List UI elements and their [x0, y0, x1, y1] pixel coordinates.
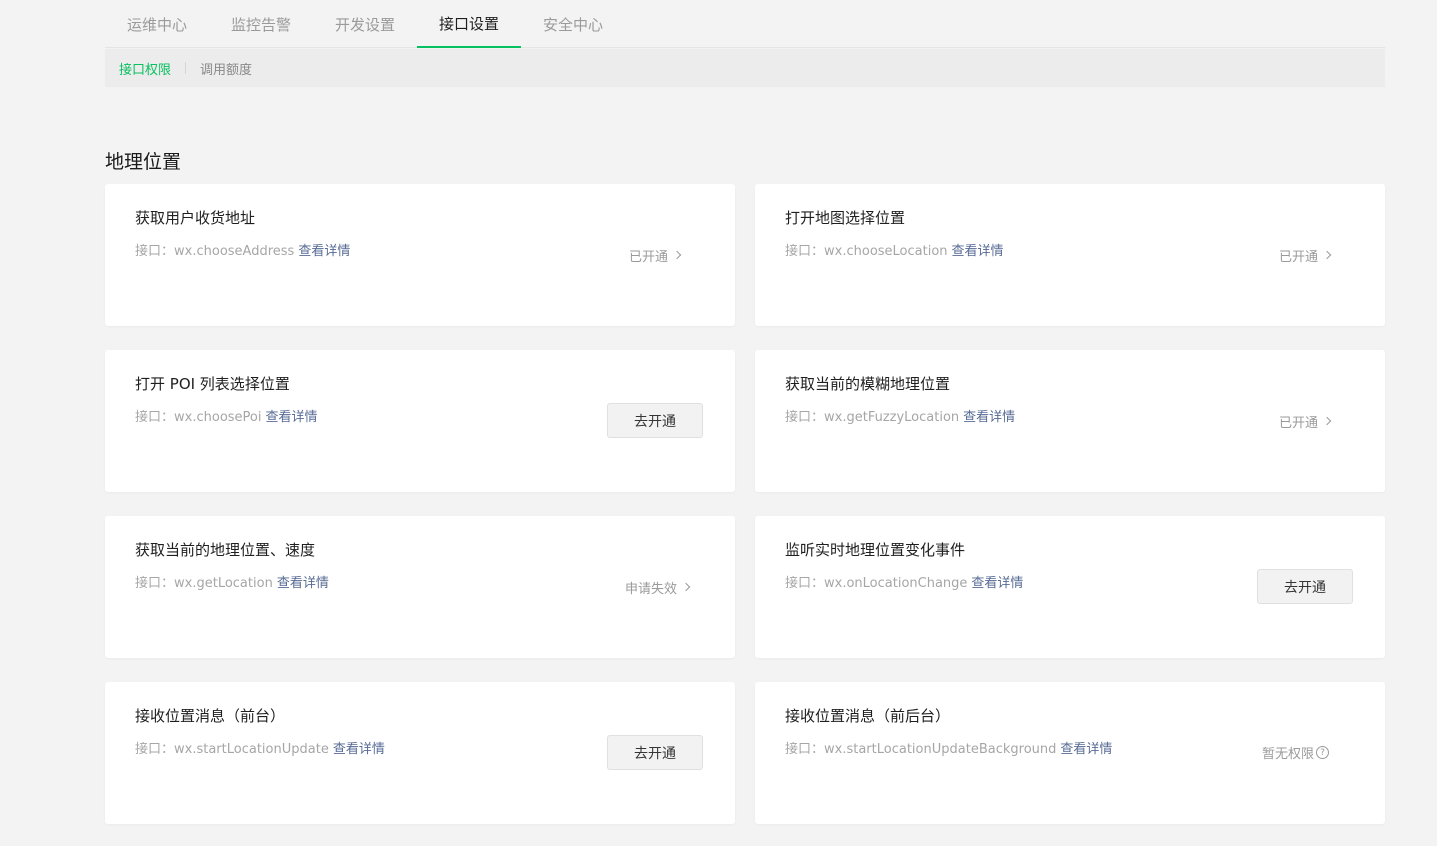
- subtab-api-permissions[interactable]: 接口权限: [119, 59, 171, 78]
- api-card-title: 接收位置消息（前台）: [135, 707, 286, 725]
- status-enabled[interactable]: 已开通: [1278, 246, 1332, 265]
- view-details-link[interactable]: 查看详情: [333, 742, 385, 757]
- status-no-permission[interactable]: 暂无权限?: [1262, 743, 1329, 762]
- api-prefix: 接口：: [135, 576, 175, 591]
- api-card-choose-location: 打开地图选择位置 接口：wx.chooseLocation 查看详情 已开通: [755, 184, 1385, 326]
- api-card-title: 获取当前的模糊地理位置: [785, 375, 951, 393]
- status-enabled[interactable]: 已开通: [628, 246, 682, 265]
- api-prefix: 接口：: [785, 742, 825, 757]
- api-name: wx.startLocationUpdate: [174, 742, 329, 757]
- status-text: 申请失效: [624, 582, 677, 597]
- status-enabled[interactable]: 已开通: [1278, 412, 1332, 431]
- api-card-desc: 接口：wx.chooseAddress 查看详情: [135, 240, 350, 259]
- view-details-link[interactable]: 查看详情: [277, 576, 329, 591]
- status-text: 暂无权限: [1261, 747, 1314, 762]
- api-prefix: 接口：: [135, 742, 175, 757]
- status-text: 已开通: [1278, 416, 1318, 431]
- tab-security-center[interactable]: 安全中心: [521, 0, 625, 48]
- api-prefix: 接口：: [785, 576, 825, 591]
- api-card-desc: 接口：wx.choosePoi 查看详情: [135, 406, 318, 425]
- api-card-title: 获取当前的地理位置、速度: [135, 541, 316, 559]
- help-icon[interactable]: ?: [1316, 746, 1329, 759]
- view-details-link[interactable]: 查看详情: [265, 410, 317, 425]
- api-name: wx.chooseLocation: [824, 244, 948, 259]
- tab-ops-center[interactable]: 运维中心: [105, 0, 209, 48]
- sub-nav: 接口权限 调用额度: [105, 49, 1385, 87]
- tab-monitoring-alerts[interactable]: 监控告警: [209, 0, 313, 48]
- api-card-desc: 接口：wx.getFuzzyLocation 查看详情: [785, 406, 1015, 425]
- api-prefix: 接口：: [135, 244, 175, 259]
- chevron-right-icon: [672, 250, 682, 259]
- activate-button[interactable]: 去开通: [607, 735, 703, 770]
- status-text: 已开通: [628, 250, 668, 265]
- api-name: wx.choosePoi: [174, 410, 262, 425]
- api-name: wx.getFuzzyLocation: [824, 410, 960, 425]
- activate-button[interactable]: 去开通: [607, 403, 703, 438]
- api-card-desc: 接口：wx.startLocationUpdate 查看详情: [135, 738, 385, 757]
- api-card-start-location-update-background: 接收位置消息（前后台） 接口：wx.startLocationUpdateBac…: [755, 682, 1385, 824]
- api-card-desc: 接口：wx.chooseLocation 查看详情: [785, 240, 1004, 259]
- api-card-title: 监听实时地理位置变化事件: [785, 541, 966, 559]
- api-card-desc: 接口：wx.getLocation 查看详情: [135, 572, 329, 591]
- api-prefix: 接口：: [785, 410, 825, 425]
- api-card-title: 接收位置消息（前后台）: [785, 707, 951, 725]
- api-prefix: 接口：: [135, 410, 175, 425]
- section-title: 地理位置: [105, 151, 182, 173]
- api-card-desc: 接口：wx.startLocationUpdateBackground 查看详情: [785, 738, 1112, 757]
- subtab-call-quota[interactable]: 调用额度: [200, 59, 252, 78]
- api-card-desc: 接口：wx.onLocationChange 查看详情: [785, 572, 1023, 591]
- tab-dev-settings[interactable]: 开发设置: [313, 0, 417, 48]
- view-details-link[interactable]: 查看详情: [963, 410, 1015, 425]
- status-text: 已开通: [1278, 250, 1318, 265]
- api-card-title: 打开 POI 列表选择位置: [135, 375, 290, 393]
- status-application-expired[interactable]: 申请失效: [624, 578, 691, 597]
- view-details-link[interactable]: 查看详情: [952, 244, 1004, 259]
- api-name: wx.chooseAddress: [174, 244, 295, 259]
- api-card-choose-poi: 打开 POI 列表选择位置 接口：wx.choosePoi 查看详情 去开通: [105, 350, 735, 492]
- api-card-on-location-change: 监听实时地理位置变化事件 接口：wx.onLocationChange 查看详情 …: [755, 516, 1385, 658]
- tab-api-settings[interactable]: 接口设置: [417, 0, 521, 48]
- chevron-right-icon: [1322, 250, 1332, 259]
- api-card-title: 获取用户收货地址: [135, 209, 256, 227]
- api-card-choose-address: 获取用户收货地址 接口：wx.chooseAddress 查看详情 已开通: [105, 184, 735, 326]
- chevron-right-icon: [681, 582, 691, 591]
- activate-button[interactable]: 去开通: [1257, 569, 1353, 604]
- top-nav: 运维中心 监控告警 开发设置 接口设置 安全中心: [105, 0, 1385, 48]
- api-card-title: 打开地图选择位置: [785, 209, 906, 227]
- api-name: wx.startLocationUpdateBackground: [824, 742, 1057, 757]
- api-card-get-location: 获取当前的地理位置、速度 接口：wx.getLocation 查看详情 申请失效: [105, 516, 735, 658]
- api-prefix: 接口：: [785, 244, 825, 259]
- api-card-get-fuzzy-location: 获取当前的模糊地理位置 接口：wx.getFuzzyLocation 查看详情 已…: [755, 350, 1385, 492]
- view-details-link[interactable]: 查看详情: [971, 576, 1023, 591]
- view-details-link[interactable]: 查看详情: [1060, 742, 1112, 757]
- view-details-link[interactable]: 查看详情: [298, 244, 350, 259]
- chevron-right-icon: [1322, 416, 1332, 425]
- api-name: wx.onLocationChange: [824, 576, 968, 591]
- api-name: wx.getLocation: [174, 576, 273, 591]
- subnav-divider: [185, 62, 187, 74]
- api-card-start-location-update: 接收位置消息（前台） 接口：wx.startLocationUpdate 查看详情…: [105, 682, 735, 824]
